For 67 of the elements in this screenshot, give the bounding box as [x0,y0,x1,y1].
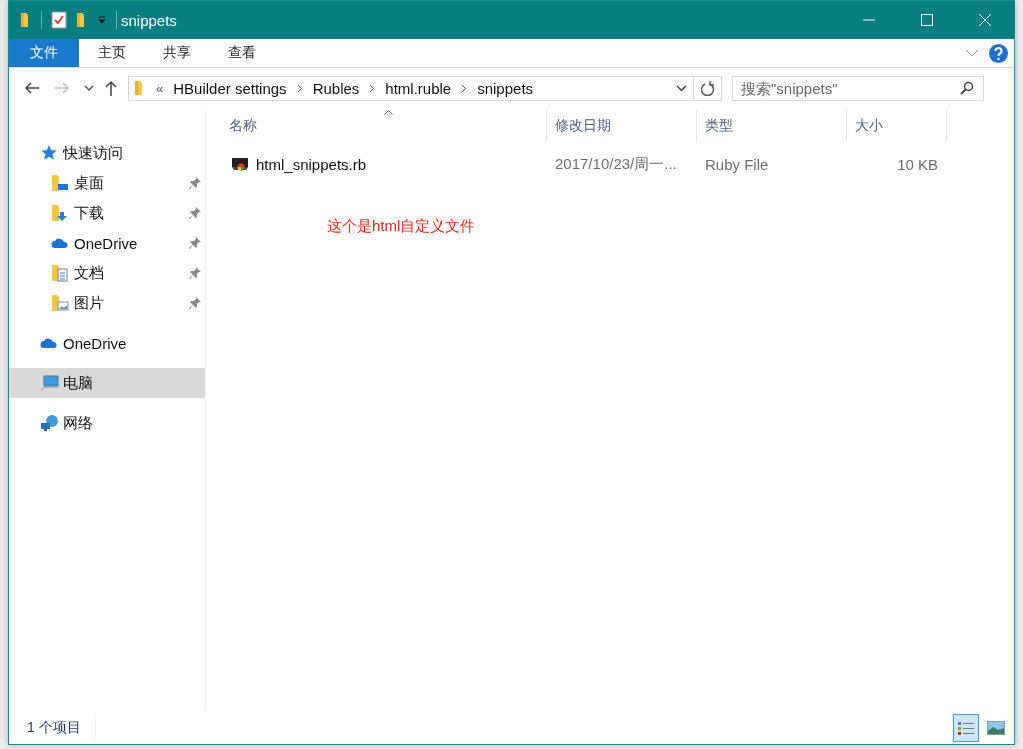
document-folder-icon [51,264,69,282]
overflow-chevron[interactable]: « [156,80,164,96]
picture-folder-icon [51,294,69,312]
column-header[interactable]: 类型 [697,110,847,142]
ribbon-tab[interactable]: 共享 [144,39,209,67]
details-view-button[interactable] [953,713,979,742]
annotation-text: 这个是html自定义文件 [327,217,477,236]
star-icon [40,145,58,161]
chevron-icon[interactable] [369,83,376,93]
breadcrumb-item[interactable]: snippets [477,79,534,97]
pin-icon[interactable] [189,297,201,309]
file-row[interactable]: html_snippets.rb 2017/10/23/周一... Ruby File 10 KB [221,150,1014,178]
ribbon-tab[interactable]: 文件 [9,39,79,67]
sidebar-item[interactable]: 文档 [9,258,205,288]
desktop-folder-icon [51,174,69,192]
help-icon[interactable] [989,43,1008,63]
column-header[interactable]: 大小 [847,110,947,142]
download-folder-icon [51,204,69,222]
details-view-icon [958,720,974,735]
pin-icon[interactable] [189,207,201,219]
sidebar-item[interactable]: 电脑 [9,368,205,398]
up-icon[interactable] [104,80,118,96]
maximize-icon [921,14,933,26]
close-icon [979,14,991,26]
address-bar[interactable]: « HBuilder settings Rubles html.ruble snippets [128,75,694,101]
sidebar-item[interactable]: 图片 [9,288,205,318]
breadcrumb-item[interactable]: html.ruble [385,79,452,97]
column-header[interactable]: 名称 [221,110,547,142]
ribbon-tab[interactable]: 主页 [79,39,144,67]
ribbon-tab[interactable]: 查看 [209,39,274,67]
file-type: Ruby File [705,155,769,173]
recent-locations-icon[interactable] [84,85,94,91]
sidebar-item[interactable]: 下载 [9,198,205,228]
cloud-icon [40,337,58,349]
refresh-button[interactable] [694,75,722,101]
file-size: 10 KB [897,155,938,173]
modified-date: 2017/10/23/周一... [555,154,677,174]
cloud-icon [51,237,69,249]
dropdown-icon[interactable] [97,16,107,24]
file-name: html_snippets.rb [256,155,367,173]
refresh-icon [700,80,715,96]
window-title: snippets [121,11,177,29]
search-field[interactable]: 搜索"snippets" [732,75,984,101]
breadcrumb-item[interactable]: HBuilder settings [173,79,287,97]
pin-icon[interactable] [189,267,201,279]
sort-ascending-icon [383,110,393,115]
sidebar-item[interactable]: OneDrive [9,228,205,258]
properties-icon[interactable] [51,11,67,29]
network-icon [40,414,60,432]
dropdown-icon[interactable] [676,84,687,92]
pin-icon[interactable] [189,237,201,249]
picture-icon [987,720,1005,735]
chevron-icon[interactable] [296,83,303,93]
sidebar-item[interactable]: OneDrive [9,328,205,358]
chevron-icon[interactable] [461,83,468,93]
pin-icon[interactable] [189,177,201,189]
sidebar-item[interactable]: 桌面 [9,168,205,198]
ruby-file-icon [231,156,249,172]
back-icon[interactable] [24,81,40,95]
item-count: 1 个项目 [27,718,96,737]
breadcrumb-item[interactable]: Rubles [312,79,360,97]
search-icon[interactable] [960,80,974,95]
sidebar-item[interactable]: 网络 [9,408,205,438]
column-header[interactable]: 修改日期 [547,110,697,142]
sidebar-item[interactable]: 快速访问 [9,138,205,168]
expand-ribbon-icon[interactable] [965,49,979,57]
computer-icon [40,375,60,391]
